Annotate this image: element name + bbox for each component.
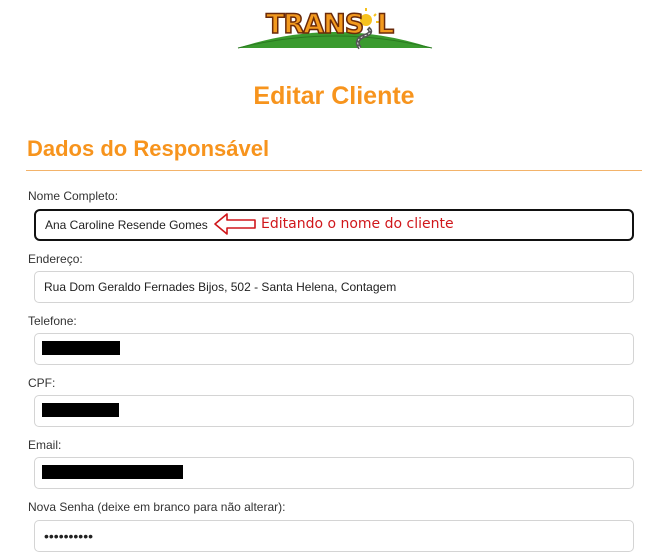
telefone-label: Telefone: (28, 314, 77, 328)
page-title: Editar Cliente (253, 82, 415, 110)
logo-text: TRANS (265, 8, 365, 41)
email-label: Email: (28, 438, 62, 452)
redacted-telefone (42, 341, 120, 355)
arrow-left-icon (214, 213, 256, 235)
logo-text-tail: L (376, 8, 395, 41)
endereco-label: Endereço: (28, 252, 83, 266)
redacted-email (42, 465, 183, 479)
annotation: Editando o nome do cliente (213, 210, 454, 238)
senha-label: Nova Senha (deixe em branco para não alt… (28, 500, 286, 514)
transol-logo: TRANS L (236, 6, 434, 50)
section-title: Dados do Responsável (27, 136, 270, 161)
cpf-label: CPF: (28, 376, 56, 390)
senha-input[interactable] (34, 520, 634, 552)
annotation-text: Editando o nome do cliente (261, 216, 454, 232)
endereco-input[interactable] (34, 271, 634, 303)
telefone-input[interactable] (34, 333, 634, 365)
nome-label: Nome Completo: (28, 189, 119, 203)
section-divider (26, 170, 642, 171)
redacted-cpf (42, 403, 119, 417)
cpf-input[interactable] (34, 395, 634, 427)
